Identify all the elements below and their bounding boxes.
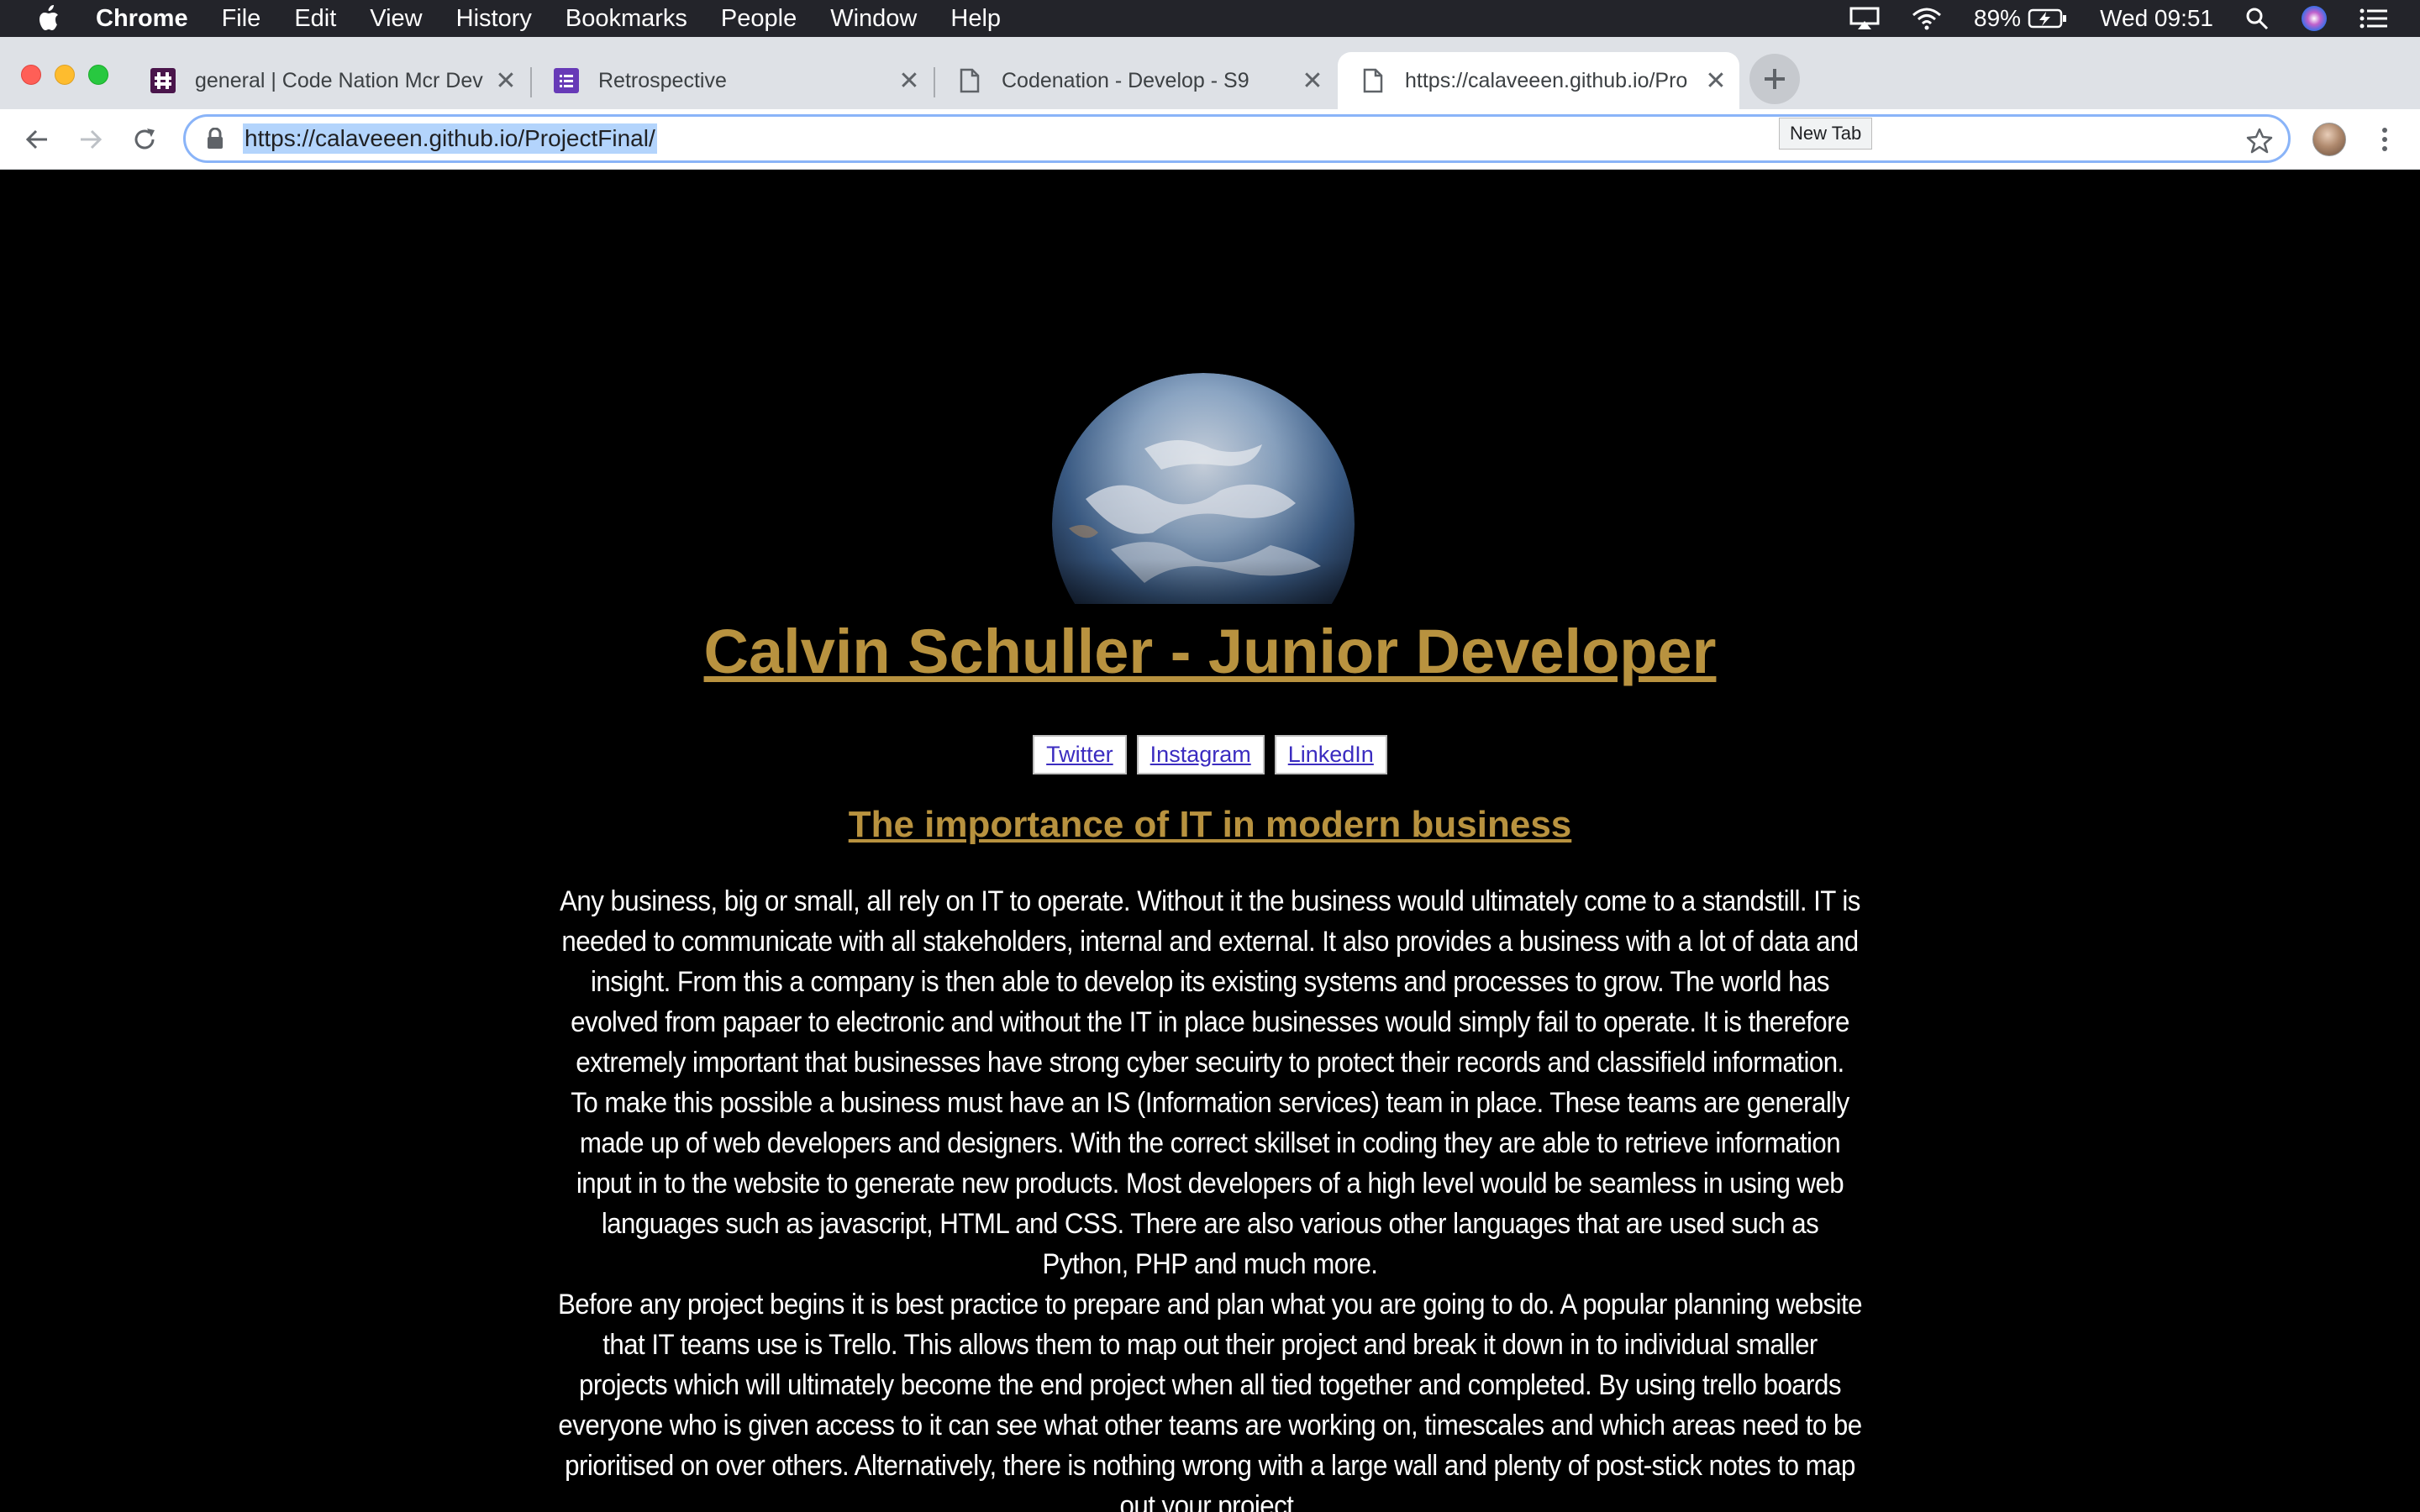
tab-title: general | Code Nation Mcr Dev [195, 68, 483, 92]
window-zoom-button[interactable] [88, 65, 108, 85]
form-icon [553, 67, 580, 94]
menu-bookmarks[interactable]: Bookmarks [566, 5, 687, 33]
tab-slack-general[interactable]: general | Code Nation Mcr Dev ✕ [128, 52, 529, 109]
reload-button[interactable] [128, 123, 161, 156]
document-icon [956, 67, 983, 94]
menu-help[interactable]: Help [950, 5, 1001, 33]
plus-icon [1765, 69, 1785, 89]
body-paragraph-3: Before any project begins it is best pra… [557, 1289, 1863, 1512]
twitter-link[interactable]: Twitter [1033, 735, 1127, 774]
url-text[interactable]: https://calaveeen.github.io/ProjectFinal… [243, 123, 657, 154]
menu-window[interactable]: Window [830, 5, 917, 33]
status-area: 89% Wed 09:51 [1849, 0, 2420, 37]
instagram-link[interactable]: Instagram [1136, 735, 1265, 774]
new-tab-tooltip: New Tab [1779, 118, 1873, 150]
linkedin-link[interactable]: LinkedIn [1274, 735, 1387, 774]
tab-close-icon[interactable]: ✕ [1702, 67, 1729, 95]
menu-history[interactable]: History [456, 5, 532, 33]
menu-view[interactable]: View [370, 5, 422, 33]
battery-charging-icon[interactable] [2028, 8, 2068, 29]
menu-edit[interactable]: Edit [294, 5, 336, 33]
document-icon [1360, 67, 1386, 94]
menu-kebab-icon[interactable] [2370, 123, 2400, 156]
tab-close-icon[interactable]: ✕ [896, 67, 923, 95]
new-tab-button[interactable] [1749, 54, 1800, 104]
window-close-button[interactable] [21, 65, 41, 85]
web-page: Calvin Schuller - Junior Developer Twitt… [0, 171, 2420, 1512]
macos-menu-bar: Chrome File Edit View History Bookmarks … [0, 0, 2420, 37]
arrow-right-icon [81, 129, 103, 150]
bookmark-star-icon[interactable] [2246, 127, 2273, 154]
menubar-clock[interactable]: Wed 09:51 [2100, 5, 2213, 32]
page-title[interactable]: Calvin Schuller - Junior Developer [0, 616, 2420, 687]
menu-app-name[interactable]: Chrome [96, 5, 188, 33]
back-button[interactable] [20, 123, 54, 156]
tab-strip: general | Code Nation Mcr Dev ✕ Retrospe… [0, 37, 2420, 109]
menu-people[interactable]: People [721, 5, 797, 33]
reload-icon [134, 129, 155, 150]
profile-avatar[interactable] [2312, 123, 2346, 156]
window-minimize-button[interactable] [55, 65, 75, 85]
forward-button[interactable] [74, 123, 108, 156]
arrow-left-icon [25, 129, 47, 150]
browser-toolbar: https://calaveeen.github.io/ProjectFinal… [0, 109, 2420, 170]
airplay-icon[interactable] [1849, 7, 1880, 30]
wifi-icon[interactable] [1912, 7, 1942, 30]
tab-close-icon[interactable]: ✕ [492, 67, 519, 95]
tab-title: Codenation - Develop - S9 [1002, 68, 1249, 92]
battery-percent: 89% [1974, 5, 2022, 31]
menu-file[interactable]: File [222, 5, 261, 33]
slack-icon [150, 67, 176, 94]
apple-menu-icon[interactable] [32, 4, 64, 33]
social-links: Twitter Instagram LinkedIn [0, 735, 2420, 774]
body-paragraph-1: Any business, big or small, all rely on … [560, 885, 1860, 1079]
section-heading[interactable]: The importance of IT in modern business [0, 804, 2420, 846]
siri-icon[interactable] [2301, 5, 2328, 32]
body-paragraph-2: To make this possible a business must ha… [571, 1087, 1849, 1280]
tab-title: Retrospective [598, 68, 727, 92]
tab-active-projectfinal[interactable]: https://calaveeen.github.io/Pro ✕ [1338, 52, 1739, 109]
notification-center-icon[interactable] [2360, 8, 2388, 29]
address-bar[interactable]: https://calaveeen.github.io/ProjectFinal… [183, 114, 2291, 163]
tab-title: https://calaveeen.github.io/Pro [1405, 68, 1688, 92]
spotlight-search-icon[interactable] [2245, 7, 2269, 30]
tab-close-icon[interactable]: ✕ [1299, 67, 1326, 95]
tab-retrospective[interactable]: Retrospective ✕ [531, 52, 933, 109]
tab-codenation-develop[interactable]: Codenation - Develop - S9 ✕ [934, 52, 1336, 109]
lock-icon[interactable] [204, 126, 226, 151]
